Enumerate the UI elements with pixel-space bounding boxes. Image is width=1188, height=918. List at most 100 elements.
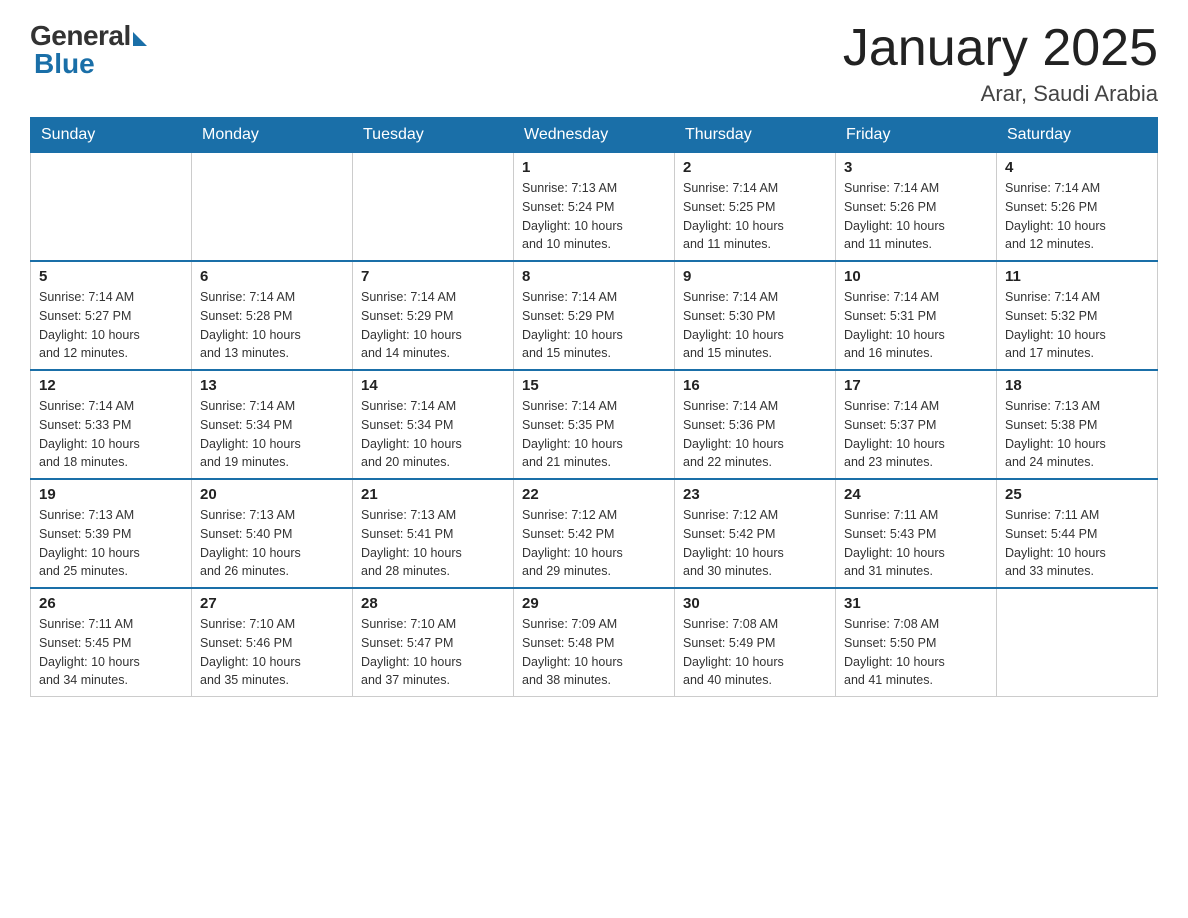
logo-blue-text: Blue bbox=[34, 48, 95, 80]
day-info: Sunrise: 7:14 AM Sunset: 5:37 PM Dayligh… bbox=[844, 397, 988, 472]
day-info: Sunrise: 7:14 AM Sunset: 5:26 PM Dayligh… bbox=[844, 179, 988, 254]
day-number: 10 bbox=[844, 268, 988, 285]
day-number: 28 bbox=[361, 595, 505, 612]
calendar-cell: 28 Sunrise: 7:10 AM Sunset: 5:47 PM Dayli… bbox=[353, 588, 514, 697]
day-number: 1 bbox=[522, 159, 666, 176]
day-number: 8 bbox=[522, 268, 666, 285]
calendar-cell: 8 Sunrise: 7:14 AM Sunset: 5:29 PM Daylig… bbox=[514, 261, 675, 370]
day-info: Sunrise: 7:14 AM Sunset: 5:27 PM Dayligh… bbox=[39, 288, 183, 363]
calendar-cell bbox=[353, 153, 514, 262]
day-number: 13 bbox=[200, 377, 344, 394]
calendar-cell: 22Sunrise: 7:12 AM Sunset: 5:42 PM Dayli… bbox=[514, 479, 675, 588]
calendar-cell: 14 Sunrise: 7:14 AM Sunset: 5:34 PM Dayli… bbox=[353, 370, 514, 479]
day-number: 4 bbox=[1005, 159, 1149, 176]
calendar-cell: 27Sunrise: 7:10 AM Sunset: 5:46 PM Dayli… bbox=[192, 588, 353, 697]
day-info: Sunrise: 7:12 AM Sunset: 5:42 PM Dayligh… bbox=[522, 506, 666, 581]
day-info: Sunrise: 7:13 AM Sunset: 5:40 PM Dayligh… bbox=[200, 506, 344, 581]
calendar-header-tuesday: Tuesday bbox=[353, 118, 514, 153]
day-info: Sunrise: 7:14 AM Sunset: 5:30 PM Dayligh… bbox=[683, 288, 827, 363]
calendar-week-row-2: 5 Sunrise: 7:14 AM Sunset: 5:27 PM Daylig… bbox=[31, 261, 1158, 370]
title-block: January 2025 Arar, Saudi Arabia bbox=[843, 20, 1158, 107]
day-info: Sunrise: 7:11 AM Sunset: 5:43 PM Dayligh… bbox=[844, 506, 988, 581]
calendar-week-row-1: 1 Sunrise: 7:13 AM Sunset: 5:24 PM Daylig… bbox=[31, 153, 1158, 262]
calendar-cell: 6 Sunrise: 7:14 AM Sunset: 5:28 PM Daylig… bbox=[192, 261, 353, 370]
day-info: Sunrise: 7:14 AM Sunset: 5:34 PM Dayligh… bbox=[361, 397, 505, 472]
day-number: 20 bbox=[200, 486, 344, 503]
calendar-cell: 11 Sunrise: 7:14 AM Sunset: 5:32 PM Dayli… bbox=[997, 261, 1158, 370]
day-number: 5 bbox=[39, 268, 183, 285]
day-info: Sunrise: 7:14 AM Sunset: 5:35 PM Dayligh… bbox=[522, 397, 666, 472]
calendar-header-monday: Monday bbox=[192, 118, 353, 153]
day-info: Sunrise: 7:14 AM Sunset: 5:28 PM Dayligh… bbox=[200, 288, 344, 363]
calendar-header-sunday: Sunday bbox=[31, 118, 192, 153]
calendar-cell: 12 Sunrise: 7:14 AM Sunset: 5:33 PM Dayli… bbox=[31, 370, 192, 479]
subtitle: Arar, Saudi Arabia bbox=[843, 81, 1158, 107]
calendar-cell: 15Sunrise: 7:14 AM Sunset: 5:35 PM Dayli… bbox=[514, 370, 675, 479]
calendar-cell: 31Sunrise: 7:08 AM Sunset: 5:50 PM Dayli… bbox=[836, 588, 997, 697]
day-info: Sunrise: 7:10 AM Sunset: 5:47 PM Dayligh… bbox=[361, 615, 505, 690]
day-number: 12 bbox=[39, 377, 183, 394]
calendar-cell: 16 Sunrise: 7:14 AM Sunset: 5:36 PM Dayli… bbox=[675, 370, 836, 479]
calendar-cell: 17Sunrise: 7:14 AM Sunset: 5:37 PM Dayli… bbox=[836, 370, 997, 479]
calendar-cell: 24Sunrise: 7:11 AM Sunset: 5:43 PM Dayli… bbox=[836, 479, 997, 588]
day-info: Sunrise: 7:14 AM Sunset: 5:25 PM Dayligh… bbox=[683, 179, 827, 254]
day-number: 3 bbox=[844, 159, 988, 176]
calendar-cell: 25 Sunrise: 7:11 AM Sunset: 5:44 PM Dayli… bbox=[997, 479, 1158, 588]
day-info: Sunrise: 7:11 AM Sunset: 5:45 PM Dayligh… bbox=[39, 615, 183, 690]
day-info: Sunrise: 7:13 AM Sunset: 5:38 PM Dayligh… bbox=[1005, 397, 1149, 472]
day-number: 21 bbox=[361, 486, 505, 503]
day-info: Sunrise: 7:14 AM Sunset: 5:32 PM Dayligh… bbox=[1005, 288, 1149, 363]
day-number: 26 bbox=[39, 595, 183, 612]
day-number: 16 bbox=[683, 377, 827, 394]
calendar-cell: 29Sunrise: 7:09 AM Sunset: 5:48 PM Dayli… bbox=[514, 588, 675, 697]
day-number: 30 bbox=[683, 595, 827, 612]
calendar-cell: 10 Sunrise: 7:14 AM Sunset: 5:31 PM Dayli… bbox=[836, 261, 997, 370]
day-number: 19 bbox=[39, 486, 183, 503]
calendar-cell: 23 Sunrise: 7:12 AM Sunset: 5:42 PM Dayli… bbox=[675, 479, 836, 588]
day-info: Sunrise: 7:14 AM Sunset: 5:29 PM Dayligh… bbox=[361, 288, 505, 363]
day-info: Sunrise: 7:14 AM Sunset: 5:26 PM Dayligh… bbox=[1005, 179, 1149, 254]
day-info: Sunrise: 7:12 AM Sunset: 5:42 PM Dayligh… bbox=[683, 506, 827, 581]
main-title: January 2025 bbox=[843, 20, 1158, 77]
calendar-cell: 18 Sunrise: 7:13 AM Sunset: 5:38 PM Dayli… bbox=[997, 370, 1158, 479]
day-number: 23 bbox=[683, 486, 827, 503]
calendar-cell: 30 Sunrise: 7:08 AM Sunset: 5:49 PM Dayli… bbox=[675, 588, 836, 697]
day-info: Sunrise: 7:13 AM Sunset: 5:39 PM Dayligh… bbox=[39, 506, 183, 581]
calendar-table: SundayMondayTuesdayWednesdayThursdayFrid… bbox=[30, 117, 1158, 697]
day-info: Sunrise: 7:14 AM Sunset: 5:31 PM Dayligh… bbox=[844, 288, 988, 363]
page-header: General Blue January 2025 Arar, Saudi Ar… bbox=[30, 20, 1158, 107]
calendar-cell: 13 Sunrise: 7:14 AM Sunset: 5:34 PM Dayli… bbox=[192, 370, 353, 479]
day-info: Sunrise: 7:14 AM Sunset: 5:33 PM Dayligh… bbox=[39, 397, 183, 472]
day-info: Sunrise: 7:08 AM Sunset: 5:49 PM Dayligh… bbox=[683, 615, 827, 690]
logo: General Blue bbox=[30, 20, 147, 80]
day-number: 31 bbox=[844, 595, 988, 612]
calendar-cell bbox=[31, 153, 192, 262]
calendar-cell: 20 Sunrise: 7:13 AM Sunset: 5:40 PM Dayli… bbox=[192, 479, 353, 588]
day-number: 2 bbox=[683, 159, 827, 176]
calendar-header-row: SundayMondayTuesdayWednesdayThursdayFrid… bbox=[31, 118, 1158, 153]
day-number: 25 bbox=[1005, 486, 1149, 503]
calendar-week-row-5: 26 Sunrise: 7:11 AM Sunset: 5:45 PM Dayli… bbox=[31, 588, 1158, 697]
day-info: Sunrise: 7:14 AM Sunset: 5:34 PM Dayligh… bbox=[200, 397, 344, 472]
calendar-cell: 9 Sunrise: 7:14 AM Sunset: 5:30 PM Daylig… bbox=[675, 261, 836, 370]
day-number: 6 bbox=[200, 268, 344, 285]
day-info: Sunrise: 7:09 AM Sunset: 5:48 PM Dayligh… bbox=[522, 615, 666, 690]
calendar-cell bbox=[192, 153, 353, 262]
calendar-cell: 19 Sunrise: 7:13 AM Sunset: 5:39 PM Dayli… bbox=[31, 479, 192, 588]
day-number: 9 bbox=[683, 268, 827, 285]
day-number: 18 bbox=[1005, 377, 1149, 394]
calendar-week-row-4: 19 Sunrise: 7:13 AM Sunset: 5:39 PM Dayli… bbox=[31, 479, 1158, 588]
day-number: 11 bbox=[1005, 268, 1149, 285]
calendar-week-row-3: 12 Sunrise: 7:14 AM Sunset: 5:33 PM Dayli… bbox=[31, 370, 1158, 479]
day-info: Sunrise: 7:14 AM Sunset: 5:29 PM Dayligh… bbox=[522, 288, 666, 363]
day-info: Sunrise: 7:14 AM Sunset: 5:36 PM Dayligh… bbox=[683, 397, 827, 472]
day-info: Sunrise: 7:11 AM Sunset: 5:44 PM Dayligh… bbox=[1005, 506, 1149, 581]
day-number: 14 bbox=[361, 377, 505, 394]
calendar-cell: 5 Sunrise: 7:14 AM Sunset: 5:27 PM Daylig… bbox=[31, 261, 192, 370]
calendar-cell: 7 Sunrise: 7:14 AM Sunset: 5:29 PM Daylig… bbox=[353, 261, 514, 370]
day-info: Sunrise: 7:13 AM Sunset: 5:24 PM Dayligh… bbox=[522, 179, 666, 254]
calendar-header-saturday: Saturday bbox=[997, 118, 1158, 153]
day-number: 7 bbox=[361, 268, 505, 285]
calendar-header-thursday: Thursday bbox=[675, 118, 836, 153]
calendar-cell: 3 Sunrise: 7:14 AM Sunset: 5:26 PM Daylig… bbox=[836, 153, 997, 262]
